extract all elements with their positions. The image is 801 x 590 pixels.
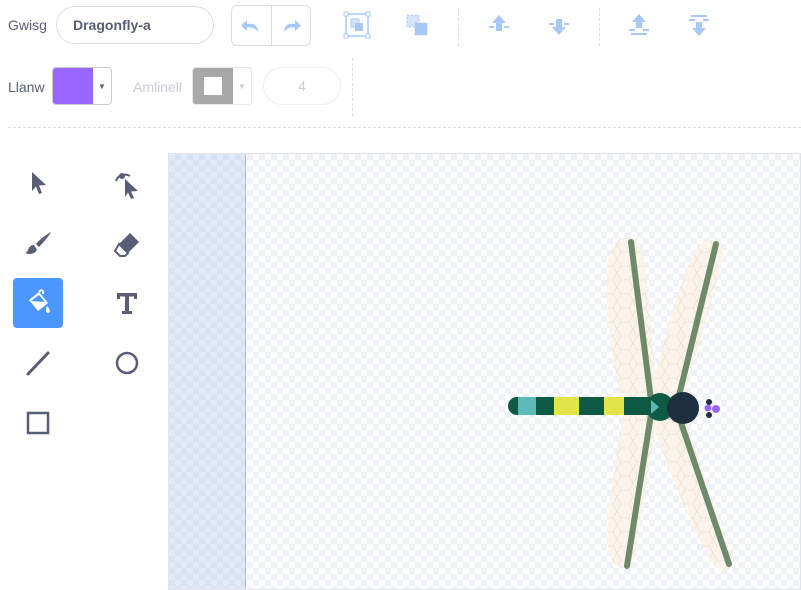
undo-redo-group <box>231 5 311 46</box>
rectangle-tool[interactable] <box>13 398 63 448</box>
brush-tool[interactable] <box>13 218 63 268</box>
fill-tool[interactable] <box>13 278 63 328</box>
backward-button[interactable] <box>544 10 574 40</box>
line-icon <box>26 351 50 376</box>
brush-icon <box>25 232 51 254</box>
arrow-pointer-icon <box>32 172 46 194</box>
toolbar-divider <box>8 127 801 128</box>
forward-icon <box>489 15 509 31</box>
group-button[interactable] <box>342 10 372 40</box>
front-button[interactable] <box>624 10 654 40</box>
fill-label: Llanw <box>8 79 45 95</box>
eraser-tool[interactable] <box>102 218 152 268</box>
separator <box>599 8 600 46</box>
separator <box>458 8 459 46</box>
redo-button[interactable] <box>270 6 311 45</box>
fill-color-swatch <box>53 68 93 104</box>
circle-icon <box>115 351 139 375</box>
paint-canvas[interactable] <box>168 153 801 590</box>
chevron-down-icon: ▼ <box>238 81 246 91</box>
reshape-icon <box>115 173 138 199</box>
line-tool[interactable] <box>13 338 63 388</box>
text-tool[interactable] <box>102 278 152 328</box>
circle-tool[interactable] <box>102 338 152 388</box>
redo-icon <box>283 19 301 32</box>
outline-width-input[interactable]: 4 <box>263 67 341 105</box>
chevron-down-icon: ▼ <box>98 81 106 91</box>
group-icon <box>343 11 371 39</box>
back-button[interactable] <box>684 10 714 40</box>
separator <box>352 58 353 116</box>
text-icon <box>117 293 137 314</box>
fill-bucket-icon <box>29 289 50 313</box>
forward-button[interactable] <box>484 10 514 40</box>
fill-color-button[interactable]: ▼ <box>52 67 112 105</box>
rectangle-icon <box>26 411 50 435</box>
undo-button[interactable] <box>232 6 271 45</box>
eraser-icon <box>113 233 139 257</box>
ungroup-icon <box>406 14 428 36</box>
dragonfly-body <box>508 392 720 424</box>
select-tool[interactable] <box>13 158 63 208</box>
outline-color-swatch <box>193 68 233 104</box>
undo-icon <box>241 19 259 32</box>
front-icon <box>629 14 649 35</box>
outline-color-button[interactable]: ▼ <box>192 67 252 105</box>
costume-name-input[interactable]: Dragonfly-a <box>56 6 214 44</box>
back-icon <box>689 15 709 36</box>
reshape-tool[interactable] <box>102 158 152 208</box>
costume-label: Gwisg <box>8 17 47 33</box>
ungroup-button[interactable] <box>402 10 432 40</box>
dragonfly-sprite[interactable] <box>169 154 801 590</box>
backward-icon <box>549 19 569 35</box>
outline-label: Amlinell <box>133 79 183 95</box>
